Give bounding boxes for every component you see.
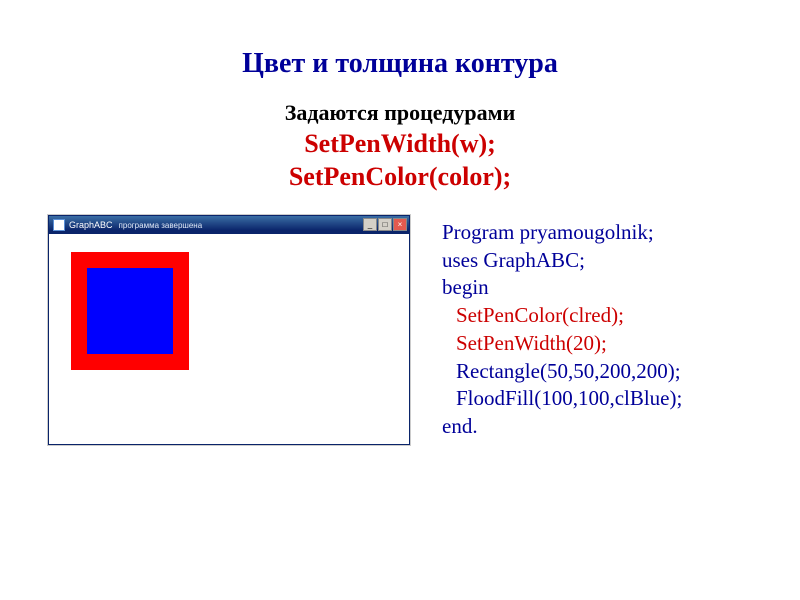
drawing-canvas — [49, 234, 409, 444]
code-line-uses: uses GraphABC; — [442, 247, 760, 275]
code-line-end: end. — [442, 413, 760, 441]
slide-subtitle: Задаются процедурами — [0, 100, 800, 126]
code-line-floodfill: FloodFill(100,100,clBlue); — [442, 385, 760, 413]
window-status: программа завершена — [119, 221, 203, 230]
slide-title: Цвет и толщина контура — [0, 0, 800, 80]
code-line-rectangle: Rectangle(50,50,200,200); — [442, 358, 760, 386]
window-titlebar: GraphABC программа завершена _ □ × — [49, 216, 409, 234]
window-buttons: _ □ × — [363, 218, 407, 231]
code-line-setpenwidth: SetPenWidth(20); — [442, 330, 760, 358]
close-button[interactable]: × — [393, 218, 407, 231]
app-icon — [53, 219, 65, 231]
maximize-button[interactable]: □ — [378, 218, 392, 231]
code-line-setpencolor: SetPenColor(clred); — [442, 302, 760, 330]
procedure-setpenwidth: SetPenWidth(w); — [0, 128, 800, 161]
content-row: GraphABC программа завершена _ □ × Progr… — [0, 215, 800, 445]
procedure-setpencolor: SetPenColor(color); — [0, 161, 800, 194]
minimize-button[interactable]: _ — [363, 218, 377, 231]
rectangle-fill — [87, 268, 173, 354]
code-listing: Program pryamougolnik; uses GraphABC; be… — [442, 215, 760, 441]
window-title: GraphABC — [69, 220, 113, 230]
graphabc-window: GraphABC программа завершена _ □ × — [48, 215, 410, 445]
procedure-list: SetPenWidth(w); SetPenColor(color); — [0, 128, 800, 193]
code-line-begin: begin — [442, 274, 760, 302]
code-line-program: Program pryamougolnik; — [442, 219, 760, 247]
